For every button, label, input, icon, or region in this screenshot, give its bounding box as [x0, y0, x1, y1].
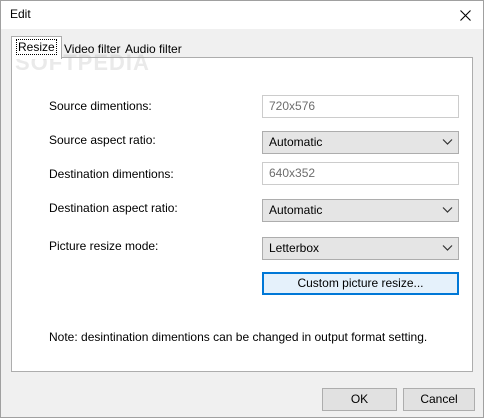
edit-dialog: Edit Resize Video filter Audio filter SO… — [0, 0, 484, 418]
dest-dimensions-field[interactable]: 640x352 — [262, 162, 459, 185]
resize-mode-value: Letterbox — [269, 241, 320, 255]
source-dimensions-label: Source dimentions: — [49, 99, 152, 113]
cancel-button[interactable]: Cancel — [403, 388, 475, 411]
close-icon — [459, 9, 471, 21]
resize-mode-label: Picture resize mode: — [49, 239, 159, 253]
source-aspect-select[interactable]: Automatic — [262, 131, 459, 154]
ok-button[interactable]: OK — [322, 388, 397, 411]
title-bar: Edit — [1, 1, 483, 29]
custom-picture-resize-button[interactable]: Custom picture resize... — [262, 272, 459, 295]
resize-mode-select[interactable]: Letterbox — [262, 237, 459, 260]
tab-resize-label: Resize — [16, 39, 57, 55]
dest-aspect-label: Destination aspect ratio: — [49, 201, 178, 215]
window-title: Edit — [10, 7, 31, 21]
dest-dimensions-label: Destination dimentions: — [49, 167, 174, 181]
chevron-down-icon — [442, 207, 453, 213]
dest-aspect-select[interactable]: Automatic — [262, 199, 459, 222]
source-aspect-label: Source aspect ratio: — [49, 133, 156, 147]
tab-video-filter-label: Video filter — [64, 42, 121, 56]
tab-resize[interactable]: Resize — [11, 36, 62, 59]
resize-panel: SOFTPEDIA Source dimentions: 720x576 Sou… — [11, 50, 473, 372]
note-text: Note: desintination dimentions can be ch… — [49, 330, 428, 344]
dest-aspect-value: Automatic — [269, 203, 323, 217]
source-aspect-value: Automatic — [269, 135, 323, 149]
chevron-down-icon — [442, 139, 453, 145]
tab-audio-filter-label: Audio filter — [125, 42, 182, 56]
close-button[interactable] — [447, 1, 483, 29]
source-dimensions-field[interactable]: 720x576 — [262, 95, 459, 118]
chevron-down-icon — [442, 245, 453, 251]
